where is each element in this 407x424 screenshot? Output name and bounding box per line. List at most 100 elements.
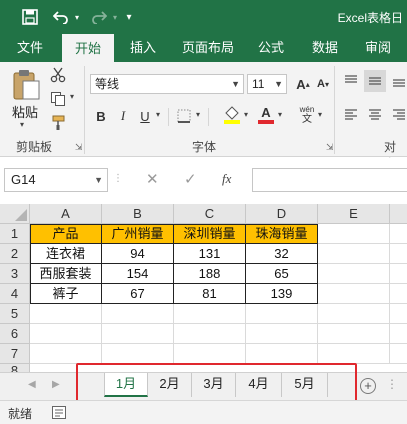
empty-cell[interactable] [318, 284, 390, 304]
empty-cell[interactable] [174, 304, 246, 324]
formula-bar-resize-icon[interactable]: ⋮ [113, 173, 123, 184]
redo-icon[interactable] [88, 0, 110, 34]
formula-input[interactable] [252, 168, 407, 192]
table-cell[interactable]: 65 [246, 264, 318, 284]
increase-font-size-icon[interactable]: A ▴ [294, 75, 312, 93]
paste-button-label[interactable]: 粘贴 [12, 102, 38, 121]
row-header[interactable]: 4 [0, 284, 30, 304]
scroll-sheets-left-icon[interactable]: ◀ [28, 379, 36, 390]
italic-icon[interactable]: I [114, 106, 132, 126]
cut-icon[interactable] [48, 66, 68, 84]
copy-dropdown-icon[interactable]: ▾ [70, 92, 74, 101]
tab-file[interactable]: 文件 [4, 34, 56, 62]
borders-icon[interactable] [174, 106, 194, 126]
table-cell[interactable]: 94 [102, 244, 174, 264]
table-header-cell[interactable]: 珠海销量 [246, 224, 318, 244]
column-header-b[interactable]: B [102, 204, 174, 224]
clipboard-launcher-icon[interactable]: ⇲ [75, 142, 83, 153]
font-name-combo[interactable]: 等线 ▼ [90, 74, 244, 94]
empty-cell[interactable] [174, 344, 246, 364]
empty-cell[interactable] [102, 304, 174, 324]
row-header[interactable]: 3 [0, 264, 30, 284]
empty-cell[interactable] [318, 344, 390, 364]
table-cell[interactable]: 81 [174, 284, 246, 304]
column-header-c[interactable]: C [174, 204, 246, 224]
sheet-tab-4[interactable]: 4月 [236, 373, 282, 397]
align-left-icon[interactable] [342, 106, 360, 124]
phonetic-guide-icon[interactable]: wén 文 [296, 104, 318, 126]
name-box[interactable]: G14 ▼ [4, 168, 108, 192]
table-cell[interactable]: 154 [102, 264, 174, 284]
empty-cell[interactable] [102, 324, 174, 344]
empty-cell[interactable] [390, 304, 407, 324]
sheet-tab-1[interactable]: 1月 [104, 373, 148, 397]
empty-cell[interactable] [390, 284, 407, 304]
empty-cell[interactable] [390, 224, 407, 244]
underline-dropdown-icon[interactable]: ▾ [156, 110, 160, 119]
column-header-e[interactable]: E [318, 204, 390, 224]
sheet-tab-2[interactable]: 2月 [148, 373, 192, 397]
tab-data[interactable]: 数据 [302, 34, 348, 62]
paste-dropdown-icon[interactable]: ▾ [20, 120, 24, 129]
font-color-dropdown-icon[interactable]: ▾ [278, 110, 282, 119]
macro-record-icon[interactable] [52, 406, 66, 422]
select-all-corner[interactable] [0, 204, 30, 224]
borders-dropdown-icon[interactable]: ▾ [196, 110, 200, 119]
column-header-a[interactable]: A [30, 204, 102, 224]
table-cell[interactable]: 188 [174, 264, 246, 284]
table-cell[interactable]: 裤子 [30, 284, 102, 304]
empty-cell[interactable] [318, 244, 390, 264]
fill-color-icon[interactable] [222, 104, 242, 126]
phonetic-dropdown-icon[interactable]: ▾ [318, 110, 322, 119]
empty-cell[interactable] [30, 304, 102, 324]
table-header-cell[interactable]: 产品 [30, 224, 102, 244]
empty-cell[interactable] [102, 344, 174, 364]
align-right-icon[interactable] [390, 106, 407, 124]
table-header-cell[interactable]: 广州销量 [102, 224, 174, 244]
empty-cell[interactable] [318, 324, 390, 344]
row-header[interactable]: 7 [0, 344, 30, 364]
middle-align-icon[interactable] [364, 70, 386, 92]
tab-insert[interactable]: 插入 [118, 34, 168, 62]
empty-cell[interactable] [318, 304, 390, 324]
format-painter-icon[interactable] [48, 114, 68, 132]
empty-cell[interactable] [246, 324, 318, 344]
cancel-icon[interactable]: ✕ [146, 170, 159, 188]
customize-qat-icon[interactable]: ▾ [122, 0, 136, 34]
empty-cell[interactable] [390, 344, 407, 364]
row-header[interactable]: 2 [0, 244, 30, 264]
table-cell[interactable]: 连衣裙 [30, 244, 102, 264]
add-sheet-icon[interactable]: + [360, 378, 376, 394]
tab-split-handle-icon[interactable]: ⋮ [386, 377, 398, 391]
row-header[interactable]: 6 [0, 324, 30, 344]
tab-review[interactable]: 审阅 [356, 34, 400, 62]
table-cell[interactable]: 131 [174, 244, 246, 264]
empty-cell[interactable] [390, 264, 407, 284]
scroll-sheets-right-icon[interactable]: ▶ [52, 379, 60, 390]
empty-cell[interactable] [390, 324, 407, 344]
copy-icon[interactable] [48, 90, 68, 108]
bottom-align-icon[interactable] [390, 72, 407, 90]
empty-cell[interactable] [318, 264, 390, 284]
table-header-cell[interactable]: 深圳销量 [174, 224, 246, 244]
sheet-tab-5[interactable]: 5月 [282, 373, 328, 397]
table-cell[interactable]: 西服套装 [30, 264, 102, 284]
column-header-f[interactable] [390, 204, 407, 224]
top-align-icon[interactable] [342, 72, 360, 90]
decrease-font-size-icon[interactable]: A ▾ [314, 75, 332, 93]
font-color-icon[interactable]: A [256, 104, 276, 126]
font-size-combo[interactable]: 11 ▼ [247, 74, 287, 94]
empty-cell[interactable] [174, 324, 246, 344]
row-header[interactable]: 5 [0, 304, 30, 324]
enter-icon[interactable]: ✓ [184, 170, 197, 188]
bold-icon[interactable]: B [92, 106, 110, 126]
table-cell[interactable]: 32 [246, 244, 318, 264]
row-header[interactable]: 1 [0, 224, 30, 244]
undo-dropdown-icon[interactable]: ▾ [72, 0, 82, 34]
redo-dropdown-icon[interactable]: ▾ [110, 0, 120, 34]
empty-cell[interactable] [390, 244, 407, 264]
tab-formulas[interactable]: 公式 [250, 34, 292, 62]
row-header[interactable]: 8 [0, 364, 30, 372]
tab-page-layout[interactable]: 页面布局 [172, 34, 244, 62]
fill-color-dropdown-icon[interactable]: ▾ [244, 110, 248, 119]
